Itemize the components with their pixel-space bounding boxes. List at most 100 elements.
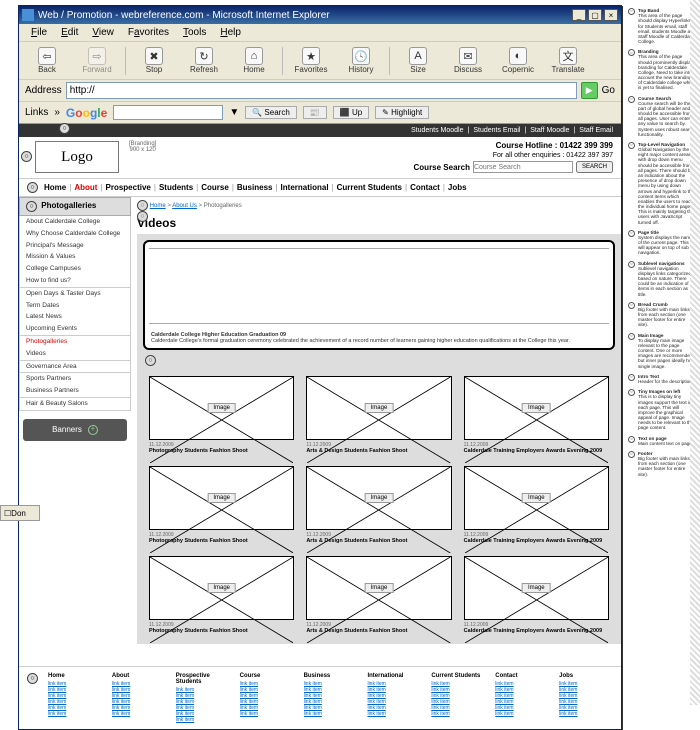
- page-title: Videos: [137, 214, 621, 234]
- legend-desc: This area of the page should prominently…: [638, 54, 695, 90]
- maximize-button[interactable]: ▢: [588, 9, 602, 21]
- menu-view[interactable]: View: [86, 26, 120, 39]
- sidebar-item[interactable]: Principal's Message: [20, 240, 130, 252]
- footer-link[interactable]: link item: [367, 711, 421, 717]
- link-staff-moodle[interactable]: Staff Moodle: [530, 127, 569, 134]
- sidebar-item[interactable]: Why Choose Calderdale College: [20, 228, 130, 240]
- footer-link[interactable]: link item: [431, 711, 485, 717]
- video-card[interactable]: Image11.12.2009Calderdale Training Emplo…: [464, 466, 609, 544]
- nav-course[interactable]: Course: [201, 183, 229, 192]
- sidebar-item[interactable]: Sports Partners: [20, 373, 130, 385]
- footer-column: Prospective Studentslink itemlink itemli…: [176, 673, 230, 723]
- sidebar-item[interactable]: Photogalleries: [20, 336, 130, 348]
- course-search-input[interactable]: [473, 161, 573, 173]
- size-button[interactable]: ASize: [396, 47, 440, 74]
- legend: ○Top BandThis area of the page should di…: [628, 8, 696, 482]
- menu-edit[interactable]: Edit: [55, 26, 84, 39]
- video-card[interactable]: Image11.12.2009Calderdale Training Emplo…: [464, 556, 609, 634]
- menu-help[interactable]: Help: [214, 26, 247, 39]
- footer-heading: About: [112, 673, 166, 679]
- video-card[interactable]: Image11.12.2009Arts & Design Students Fa…: [306, 556, 451, 634]
- nav-jobs[interactable]: Jobs: [448, 183, 467, 192]
- link-staff-email[interactable]: Staff Email: [579, 127, 613, 134]
- sidebar-item[interactable]: Hair & Beauty Salons: [20, 398, 130, 410]
- footer-link[interactable]: link item: [304, 711, 358, 717]
- nav-home[interactable]: Home: [44, 183, 66, 192]
- close-button[interactable]: ×: [604, 9, 618, 21]
- sidebar-item[interactable]: Latest News: [20, 311, 130, 323]
- refresh-button[interactable]: ↻Refresh: [182, 47, 226, 74]
- video-card[interactable]: Image11.12.2009Photography Students Fash…: [149, 466, 294, 544]
- link-students-moodle[interactable]: Students Moodle: [411, 127, 464, 134]
- image-label: Image: [522, 403, 551, 413]
- google-search-button[interactable]: 🔍 Search: [245, 106, 297, 119]
- banner-box[interactable]: Banners+: [23, 419, 127, 441]
- footer-link[interactable]: link item: [112, 711, 166, 717]
- nav-prospective[interactable]: Prospective: [106, 183, 151, 192]
- video-card[interactable]: Image11.12.2009Arts & Design Students Fa…: [306, 466, 451, 544]
- back-button[interactable]: ⇦Back: [25, 47, 69, 74]
- google-search-input[interactable]: [113, 105, 223, 120]
- minimize-button[interactable]: _: [572, 9, 586, 21]
- link-students-email[interactable]: Students Email: [473, 127, 520, 134]
- sidebar-item[interactable]: Videos: [20, 348, 130, 360]
- forward-button[interactable]: ⇨Forward: [75, 47, 119, 74]
- menu-tools[interactable]: Tools: [177, 26, 212, 39]
- sidebar-item[interactable]: Open Days & Taster Days: [20, 288, 130, 300]
- discuss-button[interactable]: ✉Discuss: [446, 47, 490, 74]
- video-card[interactable]: Image11.12.2009Calderdale Training Emplo…: [464, 376, 609, 454]
- course-search-button[interactable]: SEARCH: [576, 161, 613, 173]
- image-label: Image: [365, 493, 394, 503]
- legend-marker-icon: ○: [628, 230, 635, 237]
- google-popup-button[interactable]: ⬛ Up: [333, 106, 369, 119]
- sidebar-item[interactable]: About Calderdale College: [20, 216, 130, 228]
- video-card[interactable]: Image11.12.2009Photography Students Fash…: [149, 556, 294, 634]
- crumb-about[interactable]: About Us: [172, 203, 197, 209]
- footer-link[interactable]: link item: [559, 711, 613, 717]
- footer-link[interactable]: link item: [48, 711, 102, 717]
- stop-button[interactable]: ✖Stop: [132, 47, 176, 74]
- legend-desc: This area of the page should display Hyp…: [638, 13, 695, 44]
- favorites-button[interactable]: ★Favorites: [289, 47, 333, 74]
- video-grid: Image11.12.2009Photography Students Fash…: [143, 372, 615, 638]
- menu-file[interactable]: File: [25, 26, 53, 39]
- google-highlight-button[interactable]: ✎ Highlight: [375, 106, 429, 119]
- home-button[interactable]: ⌂Home: [232, 47, 276, 74]
- plus-icon: +: [88, 425, 98, 435]
- sidebar-item[interactable]: Business Partners: [20, 385, 130, 397]
- footer-link[interactable]: link item: [240, 711, 294, 717]
- sidebar-item[interactable]: College Campuses: [20, 263, 130, 275]
- footer-link[interactable]: link item: [495, 711, 549, 717]
- sidebar-item[interactable]: Upcoming Events: [20, 323, 130, 335]
- nav-business[interactable]: Business: [237, 183, 273, 192]
- nav-about[interactable]: About: [74, 183, 97, 192]
- nav-contact[interactable]: Contact: [410, 183, 440, 192]
- go-button[interactable]: ▶: [581, 82, 598, 99]
- legend-item: ○Bread CrumbBig footer with main links f…: [628, 302, 696, 328]
- hotline-area: Course Hotline : 01422 399 399 For all o…: [414, 141, 613, 173]
- video-card[interactable]: Image11.12.2009Photography Students Fash…: [149, 376, 294, 454]
- nav-students[interactable]: Students: [159, 183, 193, 192]
- footer-link[interactable]: link item: [176, 717, 230, 723]
- sidebar-item[interactable]: Term Dates: [20, 300, 130, 312]
- sidebar-item[interactable]: Mission & Values: [20, 251, 130, 263]
- footer-heading: Home: [48, 673, 102, 679]
- legend-desc: Big footer with main links from each sec…: [638, 307, 690, 328]
- crumb-home[interactable]: Home: [150, 203, 166, 209]
- nav-current-students[interactable]: Current Students: [337, 183, 402, 192]
- sidebar-item[interactable]: How to find us?: [20, 275, 130, 287]
- menu-favorites[interactable]: Favorites: [122, 26, 175, 39]
- toolbar: ⇦Back ⇨Forward ✖Stop ↻Refresh ⌂Home ★Fav…: [19, 42, 621, 80]
- legend-item: ○Sublevel navigationsSublevel navigation…: [628, 261, 696, 297]
- video-card[interactable]: Image11.12.2009Arts & Design Students Fa…: [306, 376, 451, 454]
- nav-international[interactable]: International: [281, 183, 329, 192]
- status-bar: ☐ Don: [0, 505, 40, 521]
- translate-button[interactable]: 文Translate: [546, 47, 590, 74]
- legend-marker-icon: ○: [628, 333, 635, 340]
- address-input[interactable]: [66, 82, 577, 99]
- sidebar-item[interactable]: Governance Area: [20, 361, 130, 373]
- copernic-button[interactable]: ◐Copernic: [496, 47, 540, 74]
- legend-marker-icon: ○: [628, 49, 635, 56]
- google-news-button[interactable]: 📰: [303, 106, 327, 119]
- history-button[interactable]: 🕓History: [339, 47, 383, 74]
